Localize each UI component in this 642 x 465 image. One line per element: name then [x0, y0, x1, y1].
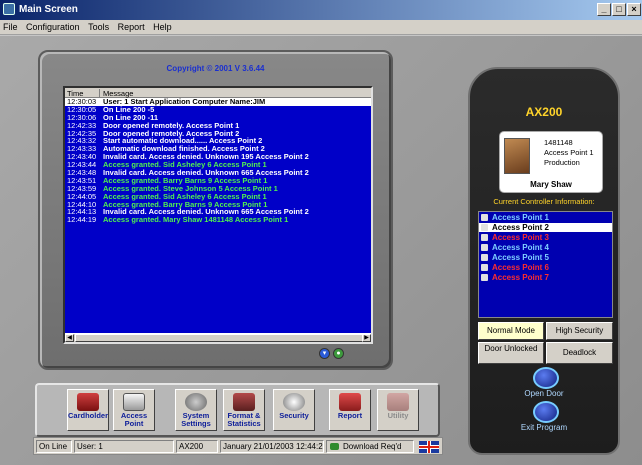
event-log[interactable]: Time Message 12:30:03 User: 1 Start Appli…: [63, 86, 373, 344]
access-point-item[interactable]: Access Point 1: [479, 213, 612, 222]
exit-program-icon[interactable]: [533, 401, 559, 423]
minimize-button[interactable]: _: [597, 3, 611, 16]
lock-icon: [481, 254, 488, 261]
cardholder-card: 1481148 Access Point 1 Production Mary S…: [499, 131, 603, 193]
door-icon: [123, 393, 145, 411]
access-point-label: Access Point 6: [492, 263, 549, 272]
monitor-power-icon[interactable]: ●: [333, 348, 344, 359]
uk-flag-icon[interactable]: [419, 441, 439, 453]
utility-icon: [387, 393, 409, 411]
menu-tools[interactable]: Tools: [85, 20, 112, 32]
card-name: Mary Shaw: [530, 180, 572, 189]
controller-info-label: Current Controller Information:: [493, 197, 595, 206]
horizontal-scrollbar[interactable]: ◀ ▶: [65, 333, 371, 342]
scroll-thumb[interactable]: [75, 334, 365, 342]
status-bar: On Line User: 1 AX200 January 21/01/2003…: [33, 437, 443, 455]
copyright-text: Copyright © 2001 V 3.6.44: [166, 64, 265, 73]
access-point-label: Access Point 2: [492, 223, 549, 232]
download-icon: [330, 443, 339, 450]
cardholder-icon: [77, 393, 99, 411]
log-row[interactable]: 12:44:19 Access granted. Mary Shaw 148114…: [65, 216, 371, 224]
report-icon: [339, 393, 361, 411]
controller-model: AX200: [525, 105, 563, 119]
window-title: Main Screen: [19, 4, 78, 15]
scroll-right-icon[interactable]: ▶: [362, 334, 371, 342]
menu-report[interactable]: Report: [115, 20, 148, 32]
lock-icon: [481, 244, 488, 251]
access-point-item[interactable]: Access Point 6: [479, 263, 612, 272]
scroll-left-icon[interactable]: ◀: [65, 334, 74, 342]
card-id: 1481148: [544, 138, 573, 147]
open-door-icon[interactable]: [533, 367, 559, 389]
monitor-frame: Copyright © 2001 V 3.6.44 Time Message 1…: [38, 50, 393, 370]
lock-icon: [481, 264, 488, 271]
log-time: 12:44:19: [67, 215, 97, 225]
system-settings-icon: [185, 393, 207, 411]
access-point-item[interactable]: Access Point 3: [479, 233, 612, 242]
status-datetime: January 21/01/2003 12:44:28: [220, 440, 324, 453]
open-door-label[interactable]: Open Door: [470, 389, 618, 398]
status-online: On Line: [36, 440, 72, 453]
menu-configuration[interactable]: Configuration: [23, 20, 83, 32]
app-icon: [3, 3, 15, 15]
normal-mode-button[interactable]: Normal Mode: [478, 322, 544, 340]
access-point-label: Access Point 4: [492, 243, 549, 252]
status-download: Download Req'd: [326, 440, 414, 453]
lock-icon: [481, 214, 488, 221]
deadlock-button[interactable]: Deadlock: [546, 342, 613, 364]
access-point-label: Access Point 7: [492, 273, 549, 282]
utility-button[interactable]: Utility: [377, 389, 419, 431]
log-rows: 12:30:03 User: 1 Start Application Comput…: [65, 98, 371, 224]
status-user: User: 1: [74, 440, 174, 453]
title-bar: Main Screen _ □ ×: [0, 0, 642, 20]
card-department: Production: [544, 158, 580, 167]
format-statistics-button[interactable]: Format & Statistics: [223, 389, 265, 431]
menu-bar: File Configuration Tools Report Help: [0, 20, 642, 35]
access-point-list[interactable]: Access Point 1 Access Point 2 Access Point…: [478, 211, 613, 318]
system-settings-button[interactable]: System Settings: [175, 389, 217, 431]
access-point-button[interactable]: Access Point: [113, 389, 155, 431]
maximize-button[interactable]: □: [612, 3, 626, 16]
menu-file[interactable]: File: [0, 20, 21, 32]
access-point-label: Access Point 5: [492, 253, 549, 262]
main-toolbar: Cardholder Access Point System Settings …: [35, 383, 440, 437]
status-controller: AX200: [176, 440, 218, 453]
access-point-label: Access Point 1: [492, 213, 549, 222]
exit-program-label[interactable]: Exit Program: [470, 423, 618, 432]
access-point-item[interactable]: Access Point 5: [479, 253, 612, 262]
door-unlocked-button[interactable]: Door Unlocked: [478, 342, 544, 364]
security-icon: [283, 393, 305, 411]
controller-panel: AX200 1481148 Access Point 1 Production …: [468, 67, 620, 455]
menu-help[interactable]: Help: [150, 20, 175, 32]
access-point-label: Access Point 3: [492, 233, 549, 242]
cardholder-button[interactable]: Cardholder: [67, 389, 109, 431]
high-security-button[interactable]: High Security: [546, 322, 613, 340]
report-button[interactable]: Report: [329, 389, 371, 431]
cardholder-photo: [504, 138, 530, 174]
access-point-item[interactable]: Access Point 7: [479, 273, 612, 282]
close-button[interactable]: ×: [627, 3, 641, 16]
access-point-item[interactable]: Access Point 2: [479, 223, 612, 232]
security-button[interactable]: Security: [273, 389, 315, 431]
log-message: Access granted. Mary Shaw 1481148 Access…: [103, 215, 289, 225]
lock-icon: [481, 274, 488, 281]
lock-icon: [481, 224, 488, 231]
lock-icon: [481, 234, 488, 241]
card-access-point: Access Point 1: [544, 148, 594, 157]
access-point-item[interactable]: Access Point 4: [479, 243, 612, 252]
monitor-info-icon[interactable]: ▾: [319, 348, 330, 359]
statistics-icon: [233, 393, 255, 411]
